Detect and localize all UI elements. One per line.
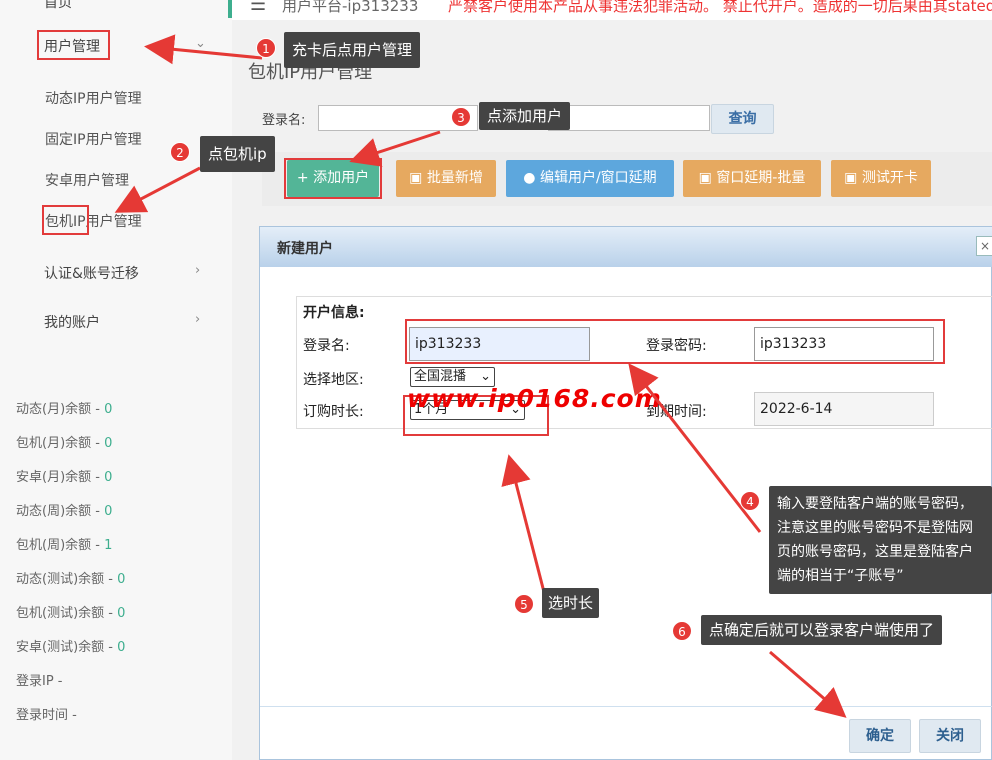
step-badge-4: 4: [740, 491, 760, 511]
callout-step2: 点包机ip: [200, 136, 275, 172]
callout-step5: 选时长: [542, 588, 600, 618]
arrow-step6: [769, 650, 847, 718]
arrow-step2: [114, 166, 201, 213]
step-badge-3: 3: [451, 107, 471, 127]
arrow-step1: [144, 34, 263, 65]
step-badge-2: 2: [170, 142, 190, 162]
arrow-step5: [501, 454, 547, 597]
callout-step3: 点添加用户: [479, 102, 571, 130]
step-badge-6: 6: [672, 621, 692, 641]
callout-step1: 充卡后点用户管理: [284, 32, 421, 68]
callout-step6: 点确定后就可以登录客户端使用了: [701, 615, 943, 645]
arrow-step3: [349, 130, 441, 167]
step-badge-5: 5: [514, 594, 534, 614]
callout-step4: 输入要登陆客户端的账号密码，注意这里的账号密码不是登陆网页的账号密码，这里是登陆…: [769, 486, 992, 594]
step-badge-1: 1: [256, 38, 276, 58]
arrow-step4: [628, 363, 762, 533]
